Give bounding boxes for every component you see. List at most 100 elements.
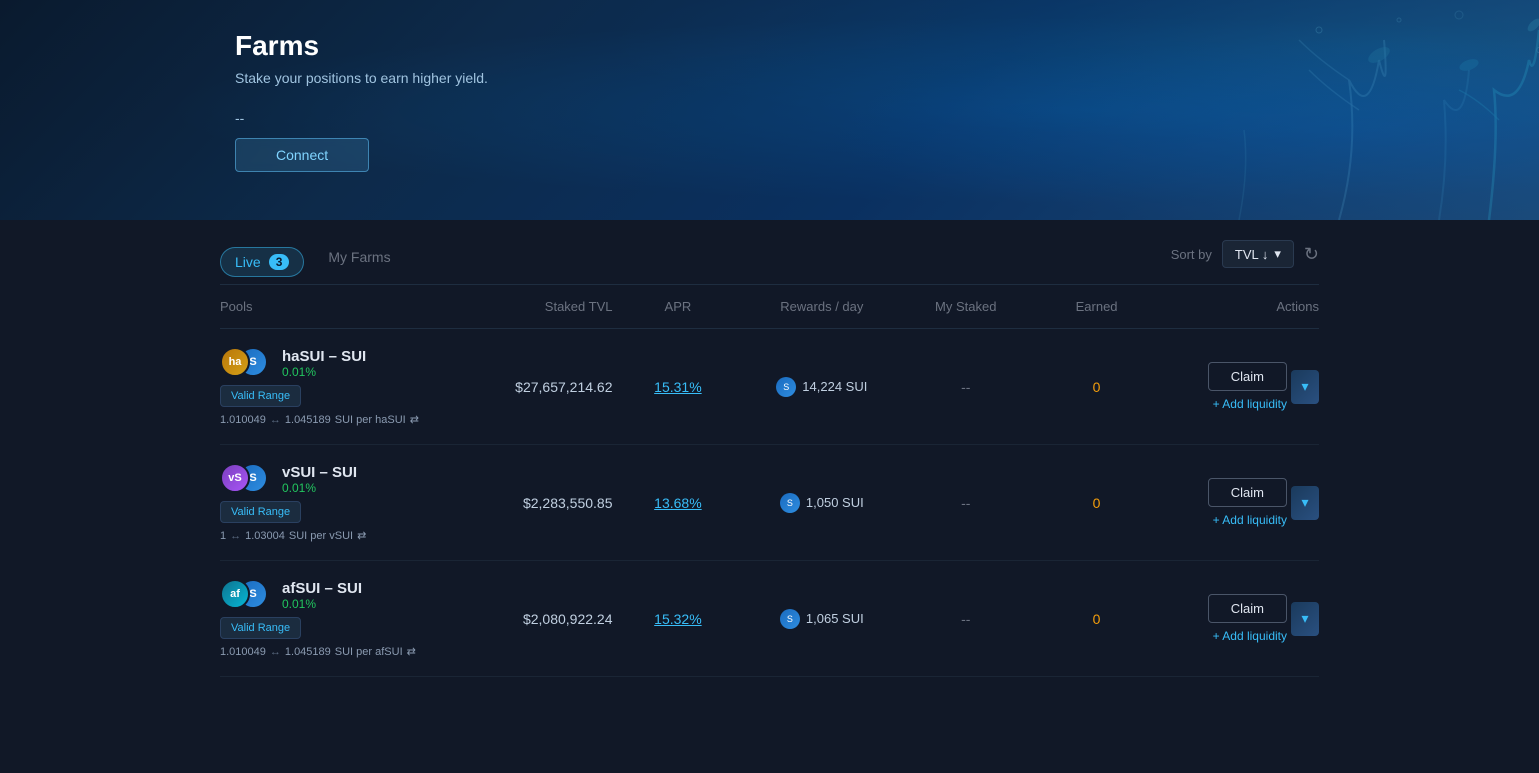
staked-tvl-afsui: $2,080,922.24 [482,611,613,627]
token-icon-vsui: vS [220,463,250,493]
rewards-value-vsui: 1,050 SUI [806,495,864,510]
swap-icon-vsui: ⇄ [357,529,366,542]
reward-icon-hasui: S [776,377,796,397]
rewards-vsui: S 1,050 SUI [743,493,900,513]
pool-name-vsui: vSUI – SUI [282,464,357,481]
page-title: Farms [235,30,488,62]
hero-content: Farms Stake your positions to earn highe… [235,30,488,172]
dropdown-button-hasui[interactable]: ▾ [1291,370,1319,404]
apr-afsui[interactable]: 15.32% [613,611,744,627]
pool-info-vsui: vSUI – SUI 0.01% [282,464,357,495]
col-earned: Earned [1031,299,1162,314]
range-unit-afsui: SUI per afSUI [335,646,403,658]
tab-my-farms[interactable]: My Farms [328,243,390,281]
range-unit-vsui: SUI per vSUI [289,530,353,542]
swap-icon-hasui: ⇄ [410,413,419,426]
earned-afsui: 0 [1031,611,1162,627]
actions-afsui: Claim + Add liquidity ▾ [1162,594,1319,643]
range-to-vsui: 1.03004 [245,530,285,542]
hero-decoration [616,0,1539,220]
tab-live-badge: 3 [269,254,290,270]
apr-hasui[interactable]: 15.31% [613,379,744,395]
col-apr: APR [613,299,744,314]
pool-name-row: ha S haSUI – SUI 0.01% [220,347,482,379]
pool-name-row-afsui: af S afSUI – SUI 0.01% [220,579,482,611]
actions-col-vsui: Claim + Add liquidity [1208,478,1287,527]
range-from-afsui: 1.010049 [220,646,266,658]
range-to-afsui: 1.045189 [285,646,331,658]
sort-select[interactable]: TVL ↓ ▾ [1222,240,1294,268]
range-to-hasui: 1.045189 [285,414,331,426]
col-my-staked: My Staked [900,299,1031,314]
pool-fee-afsui: 0.01% [282,597,362,611]
col-pools: Pools [220,299,482,314]
pool-info-afsui: afSUI – SUI 0.01% [282,580,362,611]
col-rewards-day: Rewards / day [743,299,900,314]
valid-range-label-afsui: Valid Range [220,617,301,639]
range-arrow-vsui: ↔ [230,530,241,542]
my-staked-vsui: -- [900,495,1031,511]
earned-hasui: 0 [1031,379,1162,395]
refresh-button[interactable]: ↻ [1304,244,1319,265]
table-row: ha S haSUI – SUI 0.01% Valid Range 1.010… [220,329,1319,445]
chevron-down-icon-afsui: ▾ [1301,610,1308,627]
table-row: vS S vSUI – SUI 0.01% Valid Range 1 ↔ 1.… [220,445,1319,561]
claim-button-vsui[interactable]: Claim [1208,478,1287,507]
add-liquidity-link-afsui[interactable]: + Add liquidity [1213,629,1287,643]
my-staked-afsui: -- [900,611,1031,627]
dropdown-button-vsui[interactable]: ▾ [1291,486,1319,520]
col-actions: Actions [1162,299,1319,314]
valid-range-badge-vsui: Valid Range [220,501,482,523]
reward-icon-vsui: S [780,493,800,513]
token-icon-afsui: af [220,579,250,609]
my-staked-hasui: -- [900,379,1031,395]
token-icons-vsui: vS S [220,463,272,495]
hero-subtitle: Stake your positions to earn higher yiel… [235,70,488,86]
dropdown-button-afsui[interactable]: ▾ [1291,602,1319,636]
add-liquidity-link-hasui[interactable]: + Add liquidity [1213,397,1287,411]
valid-range-badge-hasui: Valid Range [220,385,482,407]
pool-name-hasui: haSUI – SUI [282,348,366,365]
hero-dash: -- [235,110,488,126]
table-row: af S afSUI – SUI 0.01% Valid Range 1.010… [220,561,1319,677]
refresh-icon: ↻ [1304,244,1319,265]
connect-button[interactable]: Connect [235,138,369,172]
actions-vsui: Claim + Add liquidity ▾ [1162,478,1319,527]
range-values-vsui: 1 ↔ 1.03004 SUI per vSUI ⇄ [220,529,482,542]
add-liquidity-link-vsui[interactable]: + Add liquidity [1213,513,1287,527]
rewards-hasui: S 14,224 SUI [743,377,900,397]
col-staked-tvl: Staked TVL [482,299,613,314]
range-values-afsui: 1.010049 ↔ 1.045189 SUI per afSUI ⇄ [220,645,482,658]
pool-name-row-vsui: vS S vSUI – SUI 0.01% [220,463,482,495]
apr-vsui[interactable]: 13.68% [613,495,744,511]
claim-button-hasui[interactable]: Claim [1208,362,1287,391]
range-unit-hasui: SUI per haSUI [335,414,406,426]
rewards-afsui: S 1,065 SUI [743,609,900,629]
claim-button-afsui[interactable]: Claim [1208,594,1287,623]
pool-fee-hasui: 0.01% [282,365,366,379]
actions-hasui: Claim + Add liquidity ▾ [1162,362,1319,411]
column-headers: Pools Staked TVL APR Rewards / day My St… [220,285,1319,329]
pool-name-afsui: afSUI – SUI [282,580,362,597]
range-arrow-hasui: ↔ [270,414,281,426]
sort-value: TVL ↓ [1235,247,1268,262]
pool-fee-vsui: 0.01% [282,481,357,495]
pool-info: haSUI – SUI 0.01% [282,348,366,379]
valid-range-label-hasui: Valid Range [220,385,301,407]
chevron-down-icon-vsui: ▾ [1301,494,1308,511]
valid-range-label-vsui: Valid Range [220,501,301,523]
staked-tvl-vsui: $2,283,550.85 [482,495,613,511]
farm-pool-hasui: ha S haSUI – SUI 0.01% Valid Range 1.010… [220,347,482,426]
tab-bar: Live 3 My Farms Sort by TVL ↓ ▾ ↻ [220,220,1319,285]
farm-pool-vsui: vS S vSUI – SUI 0.01% Valid Range 1 ↔ 1.… [220,463,482,542]
hero-section: Farms Stake your positions to earn highe… [0,0,1539,220]
actions-col-hasui: Claim + Add liquidity [1208,362,1287,411]
token-icon-hasui: ha [220,347,250,377]
staked-tvl-hasui: $27,657,214.62 [482,379,613,395]
sort-bar: Sort by TVL ↓ ▾ ↻ [1171,240,1319,284]
chevron-down-icon-hasui: ▾ [1301,378,1308,395]
tab-live[interactable]: Live 3 [220,247,304,277]
actions-col-afsui: Claim + Add liquidity [1208,594,1287,643]
token-icons-hasui: ha S [220,347,272,379]
farm-pool-afsui: af S afSUI – SUI 0.01% Valid Range 1.010… [220,579,482,658]
